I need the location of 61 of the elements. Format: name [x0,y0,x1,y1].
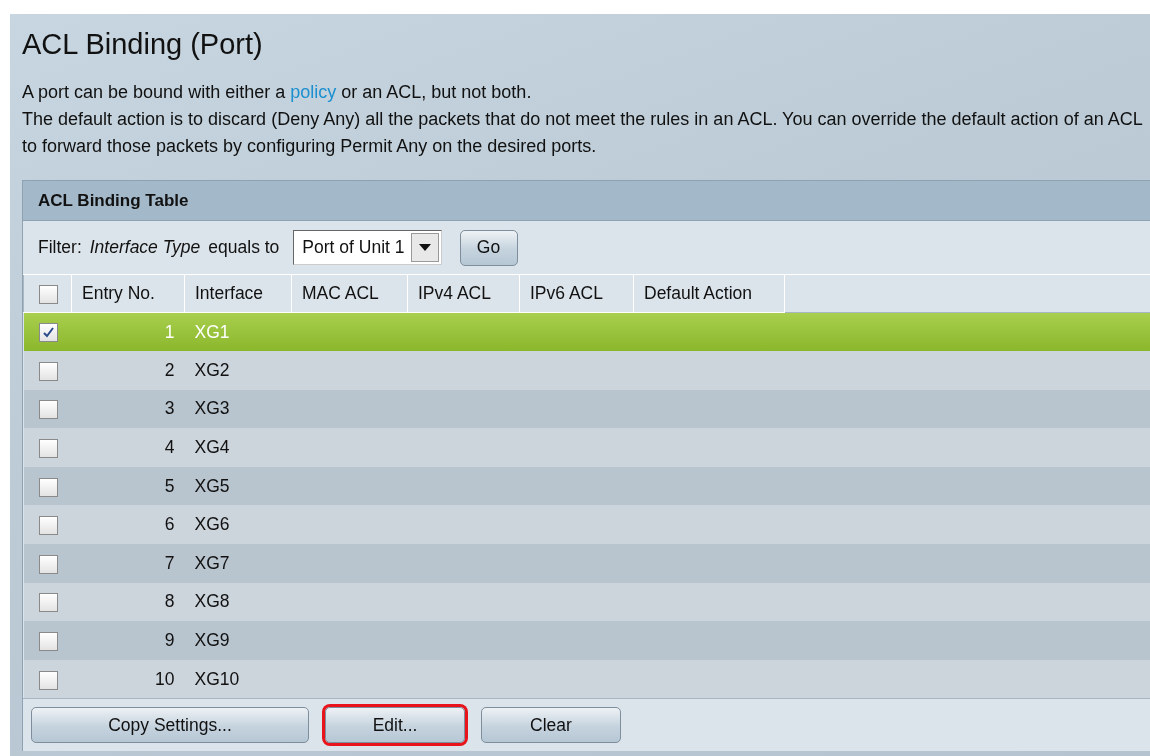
checkbox[interactable] [38,593,58,613]
action-button[interactable]: Clear [481,707,621,744]
interface-cell: XG4 [184,428,292,467]
checkbox[interactable] [39,284,58,304]
table-row[interactable]: 3 XG3 [23,389,1150,429]
checkbox[interactable] [38,516,58,536]
entry-cell: 1 [71,312,185,352]
entry-cell: 6 [71,505,185,545]
checkbox[interactable] [38,438,58,458]
go-button[interactable]: Go [459,229,518,266]
entry-cell: 2 [71,351,185,390]
checkbox[interactable] [38,400,58,420]
page-title: ACL Binding (Port) [22,28,264,61]
table-row[interactable]: 2 XG2 [23,351,1150,390]
filter-operator: equals to [208,237,280,258]
table-title: ACL Binding Table [23,181,1150,221]
action-button[interactable]: Copy Settings... [31,707,309,744]
interface-type-dropdown[interactable]: Port of Unit 1 [293,230,442,265]
entry-cell: 9 [71,621,185,660]
checkmark-icon [41,326,55,340]
intro-text: A port can be bound with either a policy or an ACL, but not both. [22,81,533,104]
dropdown-caret-icon[interactable] [410,233,439,262]
column-header: IPv4 ACL [407,274,520,313]
table-row[interactable]: 10 XG10 [23,659,1150,699]
checkbox[interactable] [38,670,58,690]
table-row[interactable]: 6 XG6 [23,505,1150,545]
dropdown-value: Port of Unit 1 [302,237,405,258]
checkbox[interactable] [38,361,58,381]
interface-cell: XG1 [184,312,292,352]
interface-cell: XG2 [184,351,292,390]
interface-cell: XG10 [184,659,292,699]
entry-cell: 4 [71,428,185,467]
table-row[interactable]: 8 XG8 [23,582,1150,622]
checkbox[interactable] [38,631,58,651]
interface-cell: XG7 [184,544,292,583]
column-header: MAC ACL [291,274,408,313]
entry-cell: 8 [71,582,185,622]
table-row[interactable]: 7 XG7 [23,544,1150,583]
checkbox[interactable] [38,323,58,343]
entry-cell: 10 [71,659,185,699]
interface-cell: XG3 [184,389,292,429]
table-row[interactable]: 5 XG5 [23,466,1150,506]
column-header: Interface [184,274,292,313]
filter-label: Filter: [38,237,82,258]
table-row[interactable]: 9 XG9 [23,621,1150,660]
action-button[interactable]: Edit... [325,707,465,744]
filter-field: Interface Type [89,237,201,258]
entry-cell: 7 [71,544,185,583]
checkbox[interactable] [38,477,58,497]
description-text: The default action is to discard (Deny Any) all the packets that do not meet the rules in an ACL. You can override the default action of an ACL to forward those packets by configuring Permit Any on the desired ports. [22,108,1144,158]
column-header: Entry No. [71,274,185,313]
checkbox[interactable] [38,554,58,574]
table-row[interactable]: 4 XG4 [23,428,1150,467]
entry-cell: 5 [71,466,185,506]
interface-cell: XG8 [184,582,292,622]
entry-cell: 3 [71,389,185,429]
column-header: IPv6 ACL [519,274,634,313]
column-header: Default Action [633,274,785,313]
interface-cell: XG9 [184,621,292,660]
interface-cell: XG5 [184,466,292,506]
interface-cell: XG6 [184,505,292,545]
